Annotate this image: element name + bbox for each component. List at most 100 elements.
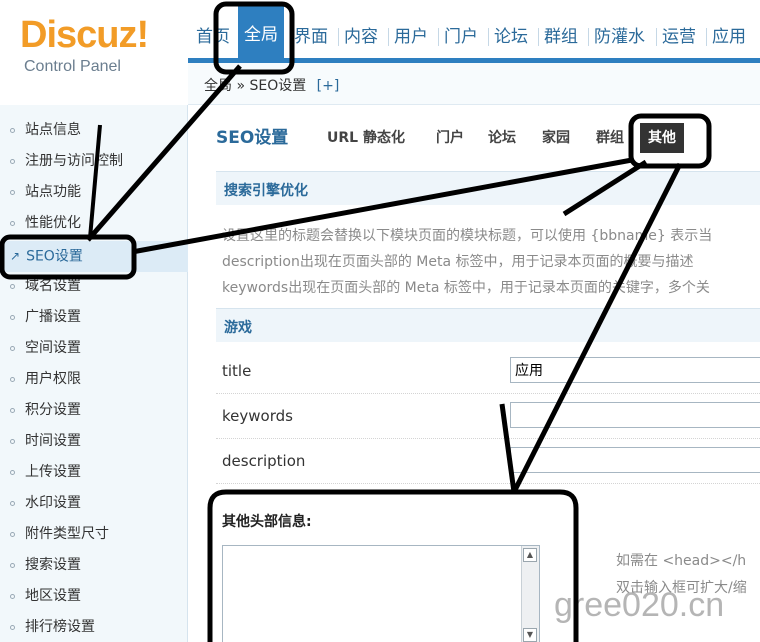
- section-header-seo: 搜索引擎优化: [216, 171, 760, 205]
- nav-separator: [538, 28, 539, 46]
- sidebar-item-label: 空间设置: [25, 340, 81, 356]
- field-label: description: [222, 452, 306, 470]
- description-input[interactable]: [510, 447, 760, 473]
- sidebar-item-label: 搜索设置: [25, 557, 81, 573]
- tab-home[interactable]: 家园: [542, 123, 570, 153]
- tab-portal[interactable]: 门户: [436, 123, 464, 153]
- seo-desc-line: keywords出现在页面头部的 Meta 标签中，用于记录本页面的关键字，多个…: [222, 280, 710, 296]
- sidebar-item-label: 站点功能: [25, 184, 81, 200]
- sidebar-item-region[interactable]: 地区设置: [0, 581, 188, 612]
- scroll-down-icon[interactable]: ▼: [523, 628, 537, 642]
- sidebar-item-label: SEO设置: [26, 248, 83, 265]
- bullet-icon: [10, 376, 15, 382]
- bullet-icon: [10, 158, 15, 164]
- nav-global[interactable]: 全局: [238, 6, 284, 58]
- tab-groups[interactable]: 群组: [596, 123, 624, 153]
- nav-separator: [706, 28, 707, 46]
- nav-separator: [388, 28, 389, 46]
- nav-portal[interactable]: 门户: [444, 22, 478, 52]
- external-link-icon: ↗: [10, 249, 21, 263]
- breadcrumb: 全局 » SEO设置 [+]: [188, 63, 760, 105]
- textarea-scrollbar[interactable]: ▲ ▼: [521, 546, 539, 642]
- nav-groups[interactable]: 群组: [544, 22, 578, 52]
- field-label: title: [222, 362, 252, 380]
- sidebar-item-label: 广播设置: [25, 309, 81, 325]
- sidebar-item-broadcast[interactable]: 广播设置: [0, 302, 188, 333]
- sidebar-item-time[interactable]: 时间设置: [0, 426, 188, 457]
- bullet-icon: [10, 189, 15, 195]
- sidebar-item-attachment-types[interactable]: 附件类型尺寸: [0, 519, 188, 550]
- bullet-icon: [10, 127, 15, 133]
- logo-subtitle: Control Panel: [24, 58, 121, 75]
- sidebar-item-seo[interactable]: ↗ SEO设置: [0, 241, 188, 272]
- sidebar-item-label: 水印设置: [25, 495, 81, 511]
- seo-desc-line: 设置这里的标题会替换以下模块页面的模块标题，可以使用 {bbname} 表示当: [222, 228, 713, 244]
- bullet-icon: [10, 283, 15, 289]
- form-row-keywords: keywords: [216, 394, 760, 439]
- section-title: 游戏: [224, 320, 252, 336]
- sidebar-item-space[interactable]: 空间设置: [0, 333, 188, 364]
- sidebar-item-label: 域名设置: [25, 278, 81, 294]
- main-content: SEO设置 URL 静态化 门户 论坛 家园 群组 其他 搜索引擎优化 设置这里…: [188, 105, 760, 642]
- nav-content[interactable]: 内容: [344, 22, 378, 52]
- section-title: 搜索引擎优化: [224, 183, 308, 199]
- tab-other[interactable]: 其他: [640, 123, 684, 153]
- nav-operations[interactable]: 运营: [662, 22, 696, 52]
- scroll-up-icon[interactable]: ▲: [523, 548, 537, 562]
- nav-separator: [438, 28, 439, 46]
- sidebar-item-label: 积分设置: [25, 402, 81, 418]
- nav-forum[interactable]: 论坛: [494, 22, 528, 52]
- logo: Discuz! Control Panel: [0, 0, 188, 100]
- sidebar-item-performance[interactable]: 性能优化: [0, 208, 188, 239]
- extra-head-title: 其他头部信息:: [222, 514, 312, 530]
- page-title: SEO设置: [216, 128, 289, 148]
- form-row-description: description: [216, 439, 760, 484]
- form-row-title: title: [216, 349, 760, 394]
- sidebar-item-label: 排行榜设置: [25, 619, 95, 635]
- sidebar-item-watermark[interactable]: 水印设置: [0, 488, 188, 519]
- bullet-icon: [10, 345, 15, 351]
- nav-separator: [588, 28, 589, 46]
- sidebar-item-label: 地区设置: [25, 588, 81, 604]
- field-label: keywords: [222, 407, 293, 425]
- extra-head-textarea[interactable]: ▲ ▼: [222, 545, 540, 642]
- sidebar-item-permissions[interactable]: 用户权限: [0, 364, 188, 395]
- nav-apps[interactable]: 应用: [712, 22, 746, 52]
- tab-url-static[interactable]: URL 静态化: [327, 123, 405, 153]
- nav-separator: [488, 28, 489, 46]
- sidebar-item-label: 用户权限: [25, 371, 81, 387]
- sidebar-item-upload[interactable]: 上传设置: [0, 457, 188, 488]
- sidebar-item-search[interactable]: 搜索设置: [0, 550, 188, 581]
- top-nav: 首页 全局 界面 内容 用户 门户 论坛 群组 防灌水 运营 应用: [188, 0, 760, 62]
- tab-forum[interactable]: 论坛: [488, 123, 516, 153]
- keywords-input[interactable]: [510, 402, 760, 428]
- sidebar-item-label: 性能优化: [25, 215, 81, 231]
- sidebar-item-label: 时间设置: [25, 433, 81, 449]
- logo-brand: Discuz!: [20, 14, 149, 56]
- sidebar-item-label: 站点信息: [25, 122, 81, 138]
- nav-home[interactable]: 首页: [196, 22, 230, 52]
- sidebar-item-site-info[interactable]: 站点信息: [0, 115, 188, 146]
- sidebar-item-site-features[interactable]: 站点功能: [0, 177, 188, 208]
- nav-interface[interactable]: 界面: [294, 22, 328, 52]
- bullet-icon: [10, 220, 15, 226]
- sidebar-item-credits[interactable]: 积分设置: [0, 395, 188, 426]
- breadcrumb-toggle-button[interactable]: [+]: [317, 78, 340, 94]
- sidebar-item-domain[interactable]: 域名设置: [0, 271, 188, 302]
- bullet-icon: [10, 562, 15, 568]
- title-input[interactable]: [510, 357, 760, 383]
- sidebar-item-ranking[interactable]: 排行榜设置: [0, 612, 188, 642]
- bullet-icon: [10, 438, 15, 444]
- bullet-icon: [10, 500, 15, 506]
- sidebar-item-label: 上传设置: [25, 464, 81, 480]
- breadcrumb-path: 全局 » SEO设置: [204, 78, 307, 94]
- sidebar-item-register-access[interactable]: 注册与访问控制: [0, 146, 188, 177]
- extra-hint: 如需在 <head></h: [616, 553, 747, 569]
- sidebar-item-label: 注册与访问控制: [25, 153, 123, 169]
- nav-separator: [338, 28, 339, 46]
- watermark: gree020.cn: [554, 586, 725, 624]
- nav-users[interactable]: 用户: [394, 22, 428, 52]
- bullet-icon: [10, 469, 15, 475]
- sidebar: 站点信息 注册与访问控制 站点功能 性能优化 ↗ SEO设置 域名设置 广播设置 …: [0, 105, 188, 642]
- nav-antispam[interactable]: 防灌水: [594, 22, 645, 52]
